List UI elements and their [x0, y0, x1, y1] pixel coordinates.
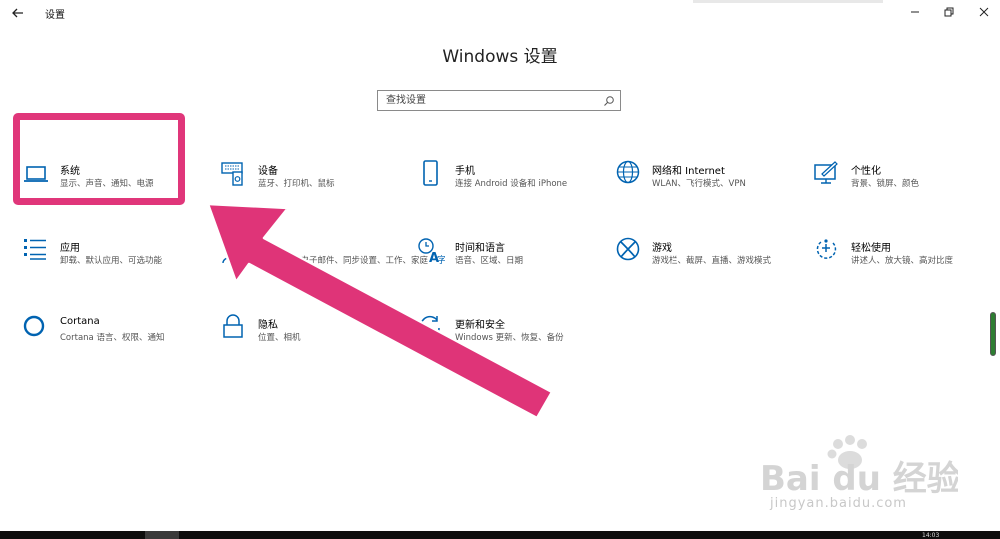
xbox-icon	[616, 237, 640, 261]
highlight-box	[13, 113, 185, 205]
tile-desc: 连接 Android 设备和 iPhone	[455, 179, 568, 189]
tile-desc: 讲述人、放大镜、高对比度	[851, 256, 954, 266]
tile-desc: 语音、区域、日期	[455, 256, 524, 266]
globe-icon	[616, 160, 640, 184]
tile-time-language[interactable]: A 字 时间和语言 语音、区域、日期	[417, 237, 597, 287]
tile-name: 应用	[60, 243, 80, 254]
tile-gaming[interactable]: 游戏 游戏栏、截屏、直播、游戏模式	[614, 237, 794, 287]
tile-name: 轻松使用	[851, 243, 891, 254]
tile-network[interactable]: 网络和 Internet WLAN、飞行模式、VPN	[614, 160, 794, 210]
paint-monitor-icon	[814, 161, 838, 184]
back-arrow-icon[interactable]	[9, 4, 27, 22]
tile-personalization[interactable]: 个性化 背景、锁屏、颜色	[813, 160, 993, 210]
search-box[interactable]	[377, 90, 621, 111]
tile-desc: 你的帐户、电子邮件、同步设置、工作、家庭	[258, 256, 429, 266]
tile-name: 设备	[258, 166, 278, 177]
tile-desc: 背景、锁屏、颜色	[851, 179, 920, 189]
tile-update-security[interactable]: 更新和安全 Windows 更新、恢复、备份	[417, 314, 597, 364]
tile-privacy[interactable]: 隐私 位置、相机	[220, 314, 400, 364]
tile-name: 帐户	[258, 243, 278, 254]
search-icon[interactable]	[603, 95, 615, 107]
tile-name: Cortana	[60, 316, 100, 327]
person-icon	[222, 238, 244, 264]
tile-devices[interactable]: 设备 蓝牙、打印机、鼠标	[220, 160, 400, 210]
keyboard-speaker-icon	[221, 162, 243, 186]
tile-name: 时间和语言	[455, 243, 505, 254]
tile-name: 个性化	[851, 166, 881, 177]
title-bar: 设置	[0, 0, 1000, 26]
cortana-icon	[23, 315, 45, 337]
tile-name: 更新和安全	[455, 320, 505, 331]
search-input[interactable]	[378, 91, 598, 110]
list-icon	[24, 239, 46, 260]
tile-desc: 蓝牙、打印机、鼠标	[258, 179, 335, 189]
tile-ease-of-access[interactable]: 轻松使用 讲述人、放大镜、高对比度	[813, 237, 993, 287]
scrollbar-thumb[interactable]	[990, 312, 996, 356]
ease-of-access-icon	[816, 239, 837, 259]
minimize-icon[interactable]	[907, 4, 923, 20]
watermark-url: jingyan.baidu.com	[770, 496, 907, 511]
svg-text:字: 字	[437, 254, 445, 265]
window-title: 设置	[45, 10, 65, 21]
tile-name: 隐私	[258, 320, 278, 331]
tile-desc: 位置、相机	[258, 333, 301, 343]
tile-name: 游戏	[652, 243, 672, 254]
tile-apps[interactable]: 应用 卸载、默认应用、可选功能	[22, 237, 202, 287]
sync-icon	[420, 315, 440, 339]
tile-desc: Windows 更新、恢复、备份	[455, 333, 564, 343]
watermark-logo: Bai du 经验	[760, 459, 958, 499]
time-language-icon: A 字	[418, 238, 445, 265]
tile-desc: WLAN、飞行模式、VPN	[652, 179, 746, 189]
tile-desc: Cortana 语言、权限、通知	[60, 333, 165, 343]
tile-name: 网络和 Internet	[652, 166, 725, 177]
tile-name: 手机	[455, 166, 475, 177]
tile-cortana[interactable]: Cortana Cortana 语言、权限、通知	[22, 314, 202, 364]
lock-icon	[223, 314, 243, 338]
tile-phone[interactable]: 手机 连接 Android 设备和 iPhone	[417, 160, 597, 210]
page-title: Windows 设置	[442, 47, 558, 67]
taskbar-app-button[interactable]	[145, 531, 179, 539]
tile-desc: 卸载、默认应用、可选功能	[60, 256, 163, 266]
taskbar-clock: 14:03	[922, 532, 940, 539]
tile-accounts[interactable]: 帐户 你的帐户、电子邮件、同步设置、工作、家庭	[220, 237, 428, 287]
restore-icon[interactable]	[941, 4, 957, 20]
tile-desc: 游戏栏、截屏、直播、游戏模式	[652, 256, 772, 266]
close-icon[interactable]	[976, 4, 992, 20]
phone-icon	[423, 160, 438, 186]
